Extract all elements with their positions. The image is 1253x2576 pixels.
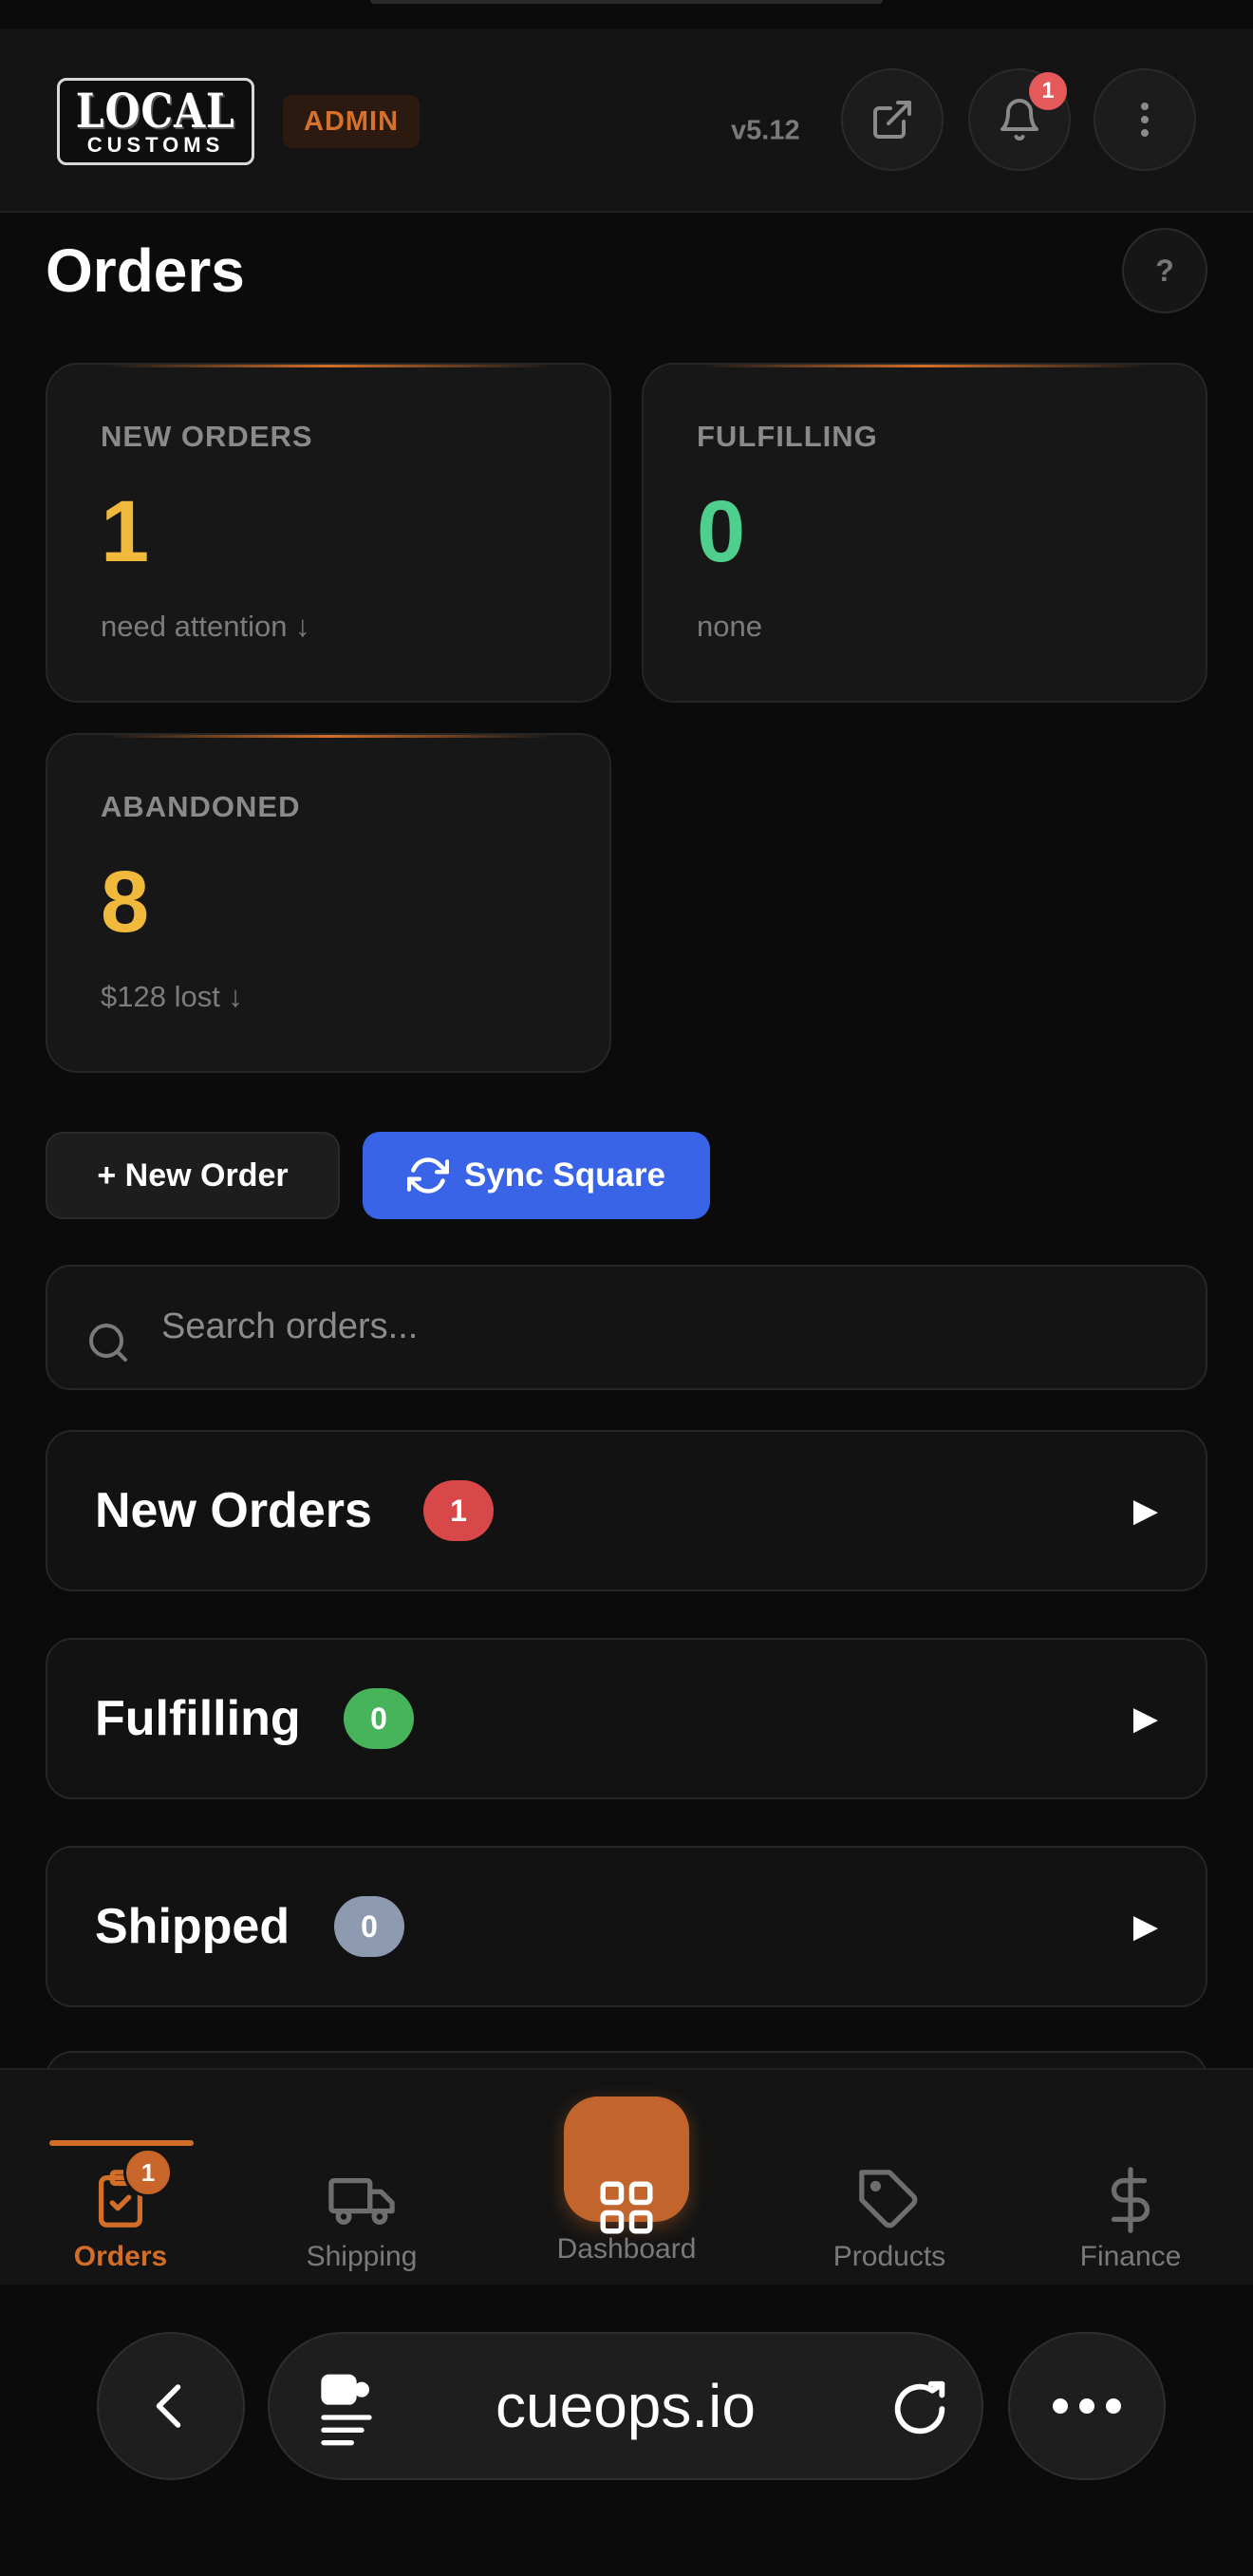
- active-tab-indicator: [49, 2140, 194, 2146]
- section-fulfilling[interactable]: Fulfilling 0 ▶: [46, 1638, 1207, 1799]
- vertical-dots-icon: [1141, 103, 1149, 137]
- notifications-button[interactable]: 1: [968, 68, 1071, 171]
- app-header: LOCAL CUSTOMS ADMIN v5.12 1: [0, 28, 1253, 213]
- tab-label: Finance: [1079, 2241, 1182, 2272]
- tab-finance[interactable]: Finance: [1010, 2070, 1251, 2286]
- reload-icon[interactable]: [887, 2376, 953, 2442]
- section-count-badge: 1: [423, 1480, 494, 1541]
- stat-value: 0: [697, 483, 746, 580]
- browser-back-button[interactable]: [97, 2332, 245, 2480]
- role-badge: ADMIN: [283, 95, 421, 148]
- stat-label: FULFILLING: [697, 420, 878, 453]
- card-glow: [104, 735, 552, 738]
- notification-count-badge: 1: [1029, 72, 1067, 110]
- page-title: Orders: [46, 236, 245, 305]
- stat-value: 8: [101, 854, 150, 950]
- new-order-button[interactable]: + New Order: [46, 1132, 340, 1219]
- section-new-orders[interactable]: New Orders 1 ▶: [46, 1430, 1207, 1591]
- app-version: v5.12: [731, 115, 800, 146]
- tab-products[interactable]: Products: [769, 2070, 1010, 2286]
- horizontal-dots-icon: [1053, 2398, 1121, 2414]
- tab-label: Orders: [73, 2241, 168, 2272]
- dollar-icon: [1111, 2167, 1150, 2233]
- browser-menu-button[interactable]: [1008, 2332, 1166, 2480]
- stat-label: ABANDONED: [101, 790, 301, 823]
- device-notch: [370, 0, 883, 4]
- brand-logo[interactable]: LOCAL CUSTOMS: [57, 78, 254, 165]
- section-title: Fulfilling: [95, 1691, 301, 1746]
- section-shipped[interactable]: Shipped 0 ▶: [46, 1846, 1207, 2007]
- truck-icon: [328, 2177, 395, 2225]
- expand-arrow-icon: ▶: [1132, 1908, 1158, 1945]
- stat-card-abandoned[interactable]: ABANDONED 8 $128 lost ↓: [46, 733, 611, 1073]
- tag-icon: [859, 2170, 918, 2228]
- tab-shipping[interactable]: Shipping: [241, 2070, 482, 2286]
- expand-arrow-icon: ▶: [1132, 1701, 1158, 1737]
- tab-orders[interactable]: Orders 1: [0, 2070, 241, 2286]
- tab-dashboard[interactable]: Dashboard: [503, 2070, 750, 2286]
- card-glow: [701, 365, 1149, 367]
- address-bar[interactable]: cueops.io: [268, 2332, 983, 2480]
- external-link-icon: [873, 101, 911, 139]
- section-title: New Orders: [95, 1483, 372, 1538]
- logo-main-text: LOCAL: [76, 83, 235, 139]
- search-icon: [89, 1324, 127, 1362]
- chevron-left-icon: [156, 2384, 181, 2428]
- search-bar: [46, 1265, 1207, 1390]
- orders-tab-badge: 1: [123, 2148, 173, 2197]
- open-external-button[interactable]: [841, 68, 944, 171]
- expand-arrow-icon: ▶: [1132, 1493, 1158, 1529]
- stat-subtext: none: [697, 610, 762, 643]
- dashboard-button[interactable]: [564, 2097, 689, 2234]
- tab-label: Shipping: [306, 2241, 418, 2272]
- section-count-badge: 0: [334, 1896, 404, 1957]
- stat-label: NEW ORDERS: [101, 420, 313, 453]
- search-input[interactable]: [161, 1295, 1168, 1358]
- url-text: cueops.io: [496, 2372, 756, 2440]
- tab-label: Products: [832, 2241, 946, 2272]
- stat-card-new-orders[interactable]: NEW ORDERS 1 need attention ↓: [46, 363, 611, 703]
- grid-icon: [600, 2181, 653, 2234]
- card-glow: [104, 365, 552, 367]
- orders-page: LOCAL CUSTOMS ADMIN v5.12 1 Orders ? NEW…: [0, 0, 1253, 2576]
- more-menu-button[interactable]: [1094, 68, 1196, 171]
- sync-icon: [406, 1157, 449, 1194]
- stat-card-fulfilling[interactable]: FULFILLING 0 none: [642, 363, 1207, 703]
- sync-button-label: Sync Square: [463, 1156, 666, 1194]
- section-count-badge: 0: [344, 1688, 414, 1749]
- bottom-tab-bar: Orders 1 Shipping Dashboard Products Fin…: [0, 2068, 1253, 2285]
- stat-subtext: need attention ↓: [101, 610, 310, 643]
- browser-toolbar: cueops.io: [0, 2285, 1253, 2576]
- stat-value: 1: [101, 483, 150, 580]
- help-button[interactable]: ?: [1122, 228, 1207, 313]
- section-title: Shipped: [95, 1899, 290, 1954]
- stat-subtext: $128 lost ↓: [101, 980, 243, 1013]
- sync-square-button[interactable]: Sync Square: [363, 1132, 710, 1219]
